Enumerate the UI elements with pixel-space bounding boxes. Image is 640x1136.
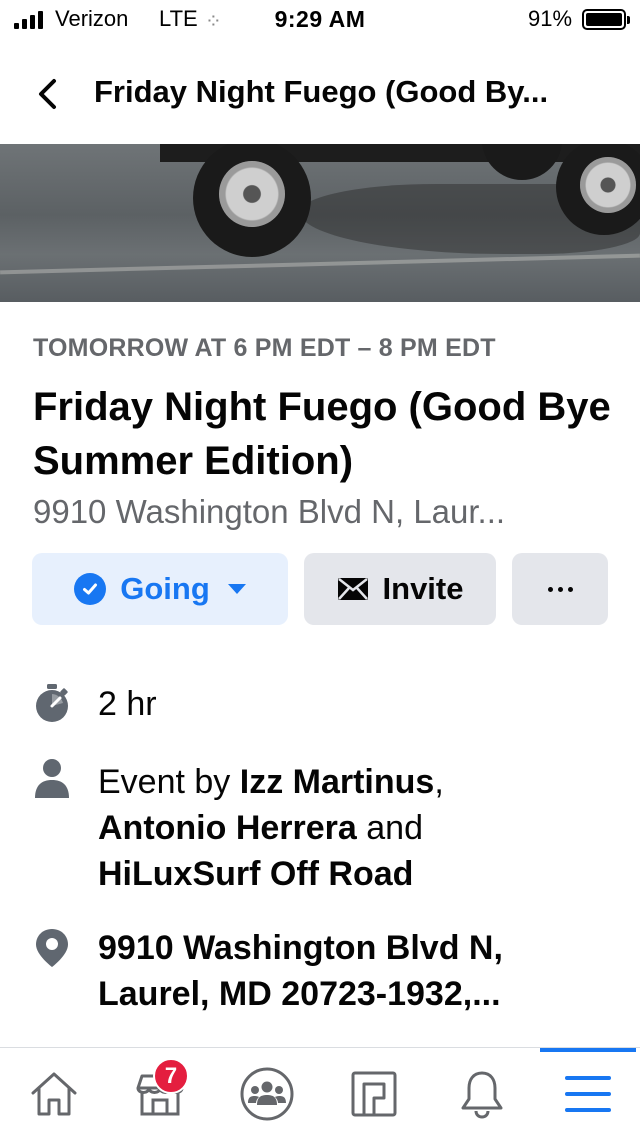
chevron-left-icon <box>39 79 56 109</box>
tab-menu[interactable] <box>556 1062 620 1126</box>
groups-icon <box>240 1067 294 1121</box>
more-options-button[interactable] <box>512 553 608 625</box>
address-line-1: 9910 Washington Blvd N, <box>98 929 503 967</box>
host-link-izz-martinus[interactable]: Izz Martinus <box>240 763 435 801</box>
battery-percent: 91% <box>528 6 573 31</box>
event-duration: 2 hr <box>98 685 157 723</box>
host-separator: and <box>356 809 424 847</box>
tab-pages[interactable] <box>342 1062 406 1126</box>
host-link-hiluxsurf-off-road[interactable]: HiLuxSurf Off Road <box>98 855 413 893</box>
tab-home[interactable] <box>22 1062 86 1126</box>
check-circle-icon <box>74 573 107 605</box>
invite-label: Invite <box>382 571 464 606</box>
status-bar: Verizon LTE ⁘ 9:29 AM 91% <box>0 0 640 40</box>
invite-button[interactable]: Invite <box>304 553 496 625</box>
event-date-time: TOMORROW AT 6 PM EDT – 8 PM EDT <box>33 334 496 362</box>
hosts-prefix: Event by <box>98 763 240 801</box>
event-title: Friday Night Fuego (Good Bye Summer Edit… <box>33 385 611 483</box>
going-button[interactable]: Going <box>32 553 288 625</box>
host-link-antonio-herrera[interactable]: Antonio Herrera <box>98 809 357 847</box>
tab-notifications[interactable] <box>450 1062 514 1126</box>
active-tab-indicator <box>540 1048 636 1052</box>
event-cover-photo[interactable] <box>0 144 640 302</box>
caret-down-icon <box>227 584 246 594</box>
more-dots-icon <box>547 586 573 592</box>
battery-icon <box>582 9 630 30</box>
host-separator: , <box>434 763 444 801</box>
tab-groups[interactable] <box>235 1062 299 1126</box>
page-header: Friday Night Fuego (Good By... <box>0 40 640 144</box>
header-title: Friday Night Fuego (Good By... <box>94 74 549 109</box>
bottom-tab-bar: 7 <box>0 1047 640 1136</box>
event-hosts: Event by Izz Martinus, Antonio Herrera a… <box>98 759 618 897</box>
going-label: Going <box>120 571 210 606</box>
envelope-icon <box>337 577 369 601</box>
home-icon <box>31 1072 77 1116</box>
event-location-link[interactable]: 9910 Washington Blvd N, Laur... <box>33 493 608 531</box>
event-address-link[interactable]: 9910 Washington Blvd N, Laurel, MD 20723… <box>98 925 618 1017</box>
bell-icon <box>461 1071 503 1119</box>
back-button[interactable] <box>26 72 70 116</box>
marketplace-badge: 7 <box>153 1058 189 1094</box>
pages-icon <box>351 1071 397 1117</box>
stopwatch-icon <box>32 683 72 723</box>
person-icon <box>32 758 72 798</box>
menu-icon <box>565 1076 611 1112</box>
map-pin-icon <box>32 928 72 968</box>
address-line-2: Laurel, MD 20723-1932,... <box>98 975 501 1013</box>
